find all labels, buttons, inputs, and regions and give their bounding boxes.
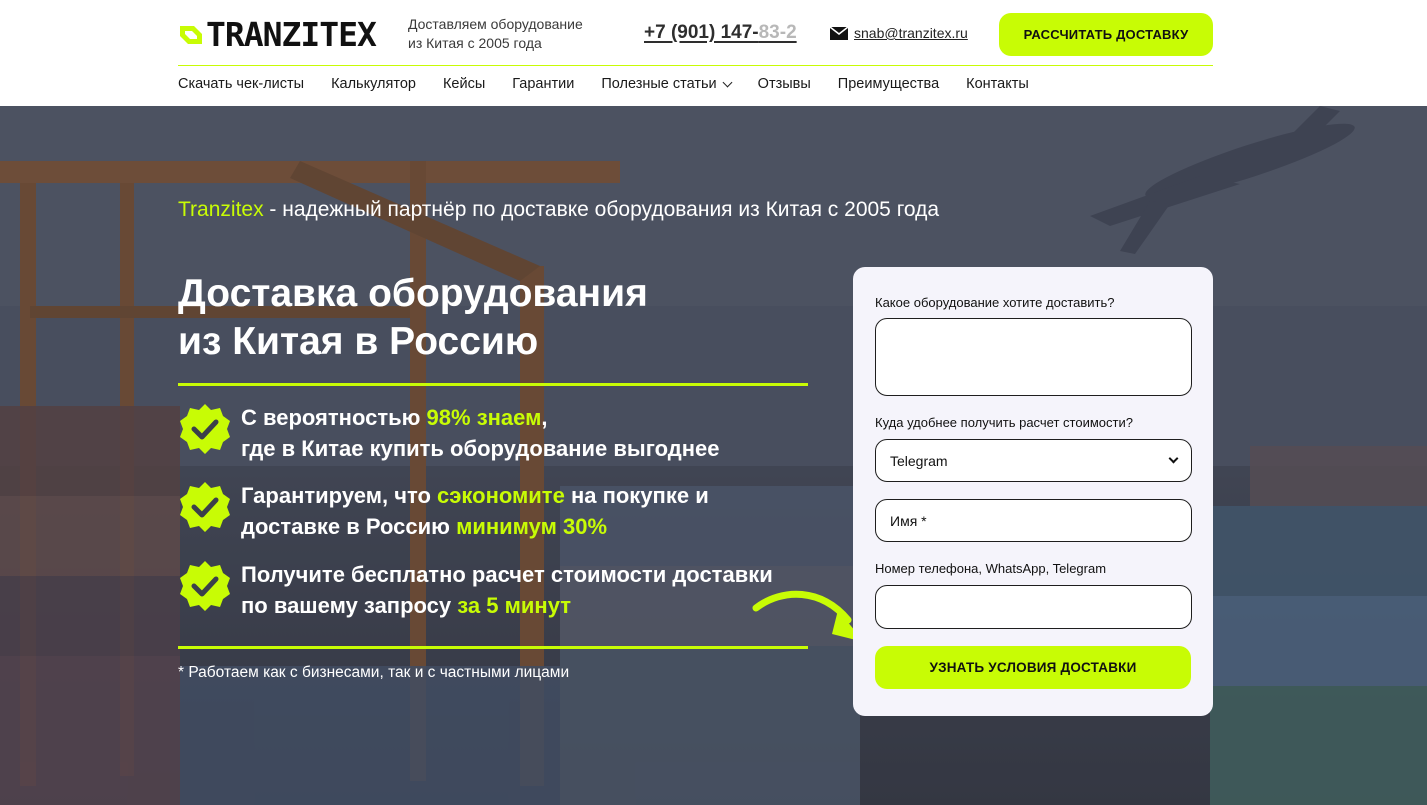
benefit-highlight: сэкономите (437, 483, 565, 508)
benefit-item: Гарантируем, что сэкономите на покупке и… (178, 480, 801, 542)
envelope-icon (830, 26, 848, 40)
benefit-text: Получите бесплатно расчет стоимости дост… (241, 559, 801, 621)
nav-item-checklists[interactable]: Скачать чек-листы (178, 76, 304, 92)
hero-subtitle: Tranzitex - надежный партнёр по доставке… (178, 198, 939, 222)
equipment-textarea[interactable] (875, 318, 1192, 396)
nav-label: Полезные статьи (601, 76, 717, 92)
nav-item-calculator[interactable]: Калькулятор (331, 76, 416, 92)
phone-text: +7 (901) 147- (644, 22, 759, 43)
select-value: Telegram (890, 452, 948, 469)
nav-label: Скачать чек-листы (178, 76, 305, 92)
submit-button[interactable]: УЗНАТЬ УСЛОВИЯ ДОСТАВКИ (875, 646, 1191, 689)
equipment-label: Какое оборудование хотите доставить? (875, 295, 1115, 310)
benefit-item: Получите бесплатно расчет стоимости дост… (178, 559, 801, 621)
hero-section: Tranzitex - надежный партнёр по доставке… (0, 106, 1427, 805)
tagline-line-2: из Китая с 2005 года (408, 35, 542, 51)
title-line-2: из Китая в Россию (178, 320, 539, 363)
calculate-delivery-button[interactable]: РАССЧИТАТЬ ДОСТАВКУ (999, 13, 1213, 56)
check-badge-icon (180, 482, 230, 532)
benefit-text-part: С вероятностью (241, 405, 427, 430)
logo-text: TRANZITEX (206, 15, 377, 54)
benefit-text: Гарантируем, что сэкономите на покупке и… (241, 480, 801, 542)
phone-label: Номер телефона, WhatsApp, Telegram (875, 561, 1107, 576)
check-badge-icon (180, 404, 230, 454)
phone-text-faded: 83-2 (758, 22, 797, 43)
benefit-text-part: Гарантируем, что (241, 483, 438, 508)
nav-label: Контакты (966, 76, 1029, 92)
tagline-line-1: Доставляем оборудование (408, 16, 583, 32)
contact-method-select[interactable]: Telegram (875, 439, 1192, 482)
header-phone-link[interactable]: +7 (901) 147-83-2 (644, 22, 802, 44)
logo-mark-icon (180, 25, 202, 44)
nav-item-guarantees[interactable]: Гарантии (512, 76, 574, 92)
brand-name: Tranzitex (178, 198, 264, 221)
nav-label: Отзывы (757, 76, 811, 92)
benefit-highlight: за 5 минут (457, 593, 571, 618)
logo[interactable]: TRANZITEX (178, 15, 377, 54)
benefit-text-part: где в Китае купить оборудование выгоднее (241, 436, 720, 461)
contact-method-label: Куда удобнее получить расчет стоимости? (875, 415, 1133, 430)
nav-item-advantages[interactable]: Преимущества (838, 76, 939, 92)
accent-divider-bottom (178, 646, 808, 649)
nav-label: Преимущества (837, 76, 940, 92)
email-link[interactable]: snab@tranzitex.ru (854, 25, 968, 41)
delivery-request-form: Какое оборудование хотите доставить? Куд… (853, 267, 1213, 716)
chevron-down-icon (722, 77, 733, 87)
accent-divider-top (178, 383, 808, 386)
footnote: * Работаем как с бизнесами, так и с част… (178, 664, 570, 681)
nav-item-articles-dropdown[interactable]: Полезные статьи (601, 76, 733, 92)
nav-label: Кейсы (442, 76, 486, 92)
phone-input[interactable] (875, 585, 1192, 629)
subtitle-text: - надежный партнёр по доставке оборудова… (263, 198, 940, 221)
nav-item-contacts[interactable]: Контакты (966, 76, 1029, 92)
curved-arrow-icon (752, 590, 864, 642)
nav-label: Гарантии (512, 76, 575, 92)
name-placeholder: Имя * (890, 512, 927, 529)
site-header: TRANZITEX Доставляем оборудование из Кит… (0, 0, 1427, 106)
benefit-text-part: , (541, 405, 548, 430)
page-title: Доставка оборудования из Китая в Россию (178, 270, 798, 366)
nav-item-cases[interactable]: Кейсы (443, 76, 485, 92)
header-divider (178, 65, 1213, 66)
nav-label: Калькулятор (331, 76, 416, 92)
title-line-1: Доставка оборудования (178, 272, 648, 315)
main-nav: Скачать чек-листы Калькулятор Кейсы Гара… (178, 76, 1056, 92)
check-badge-icon (180, 561, 230, 611)
header-email[interactable]: snab@tranzitex.ru (830, 25, 968, 41)
name-input[interactable]: Имя * (875, 499, 1192, 542)
nav-item-reviews[interactable]: Отзывы (758, 76, 811, 92)
benefit-highlight: 98% знаем (426, 405, 542, 430)
header-tagline: Доставляем оборудование из Китая с 2005 … (408, 15, 583, 53)
benefit-highlight: минимум 30% (456, 514, 608, 539)
chevron-down-icon (1168, 453, 1179, 464)
benefit-item: С вероятностью 98% знаем, где в Китае куп… (178, 402, 801, 464)
benefit-text: С вероятностью 98% знаем, где в Китае куп… (241, 402, 801, 464)
